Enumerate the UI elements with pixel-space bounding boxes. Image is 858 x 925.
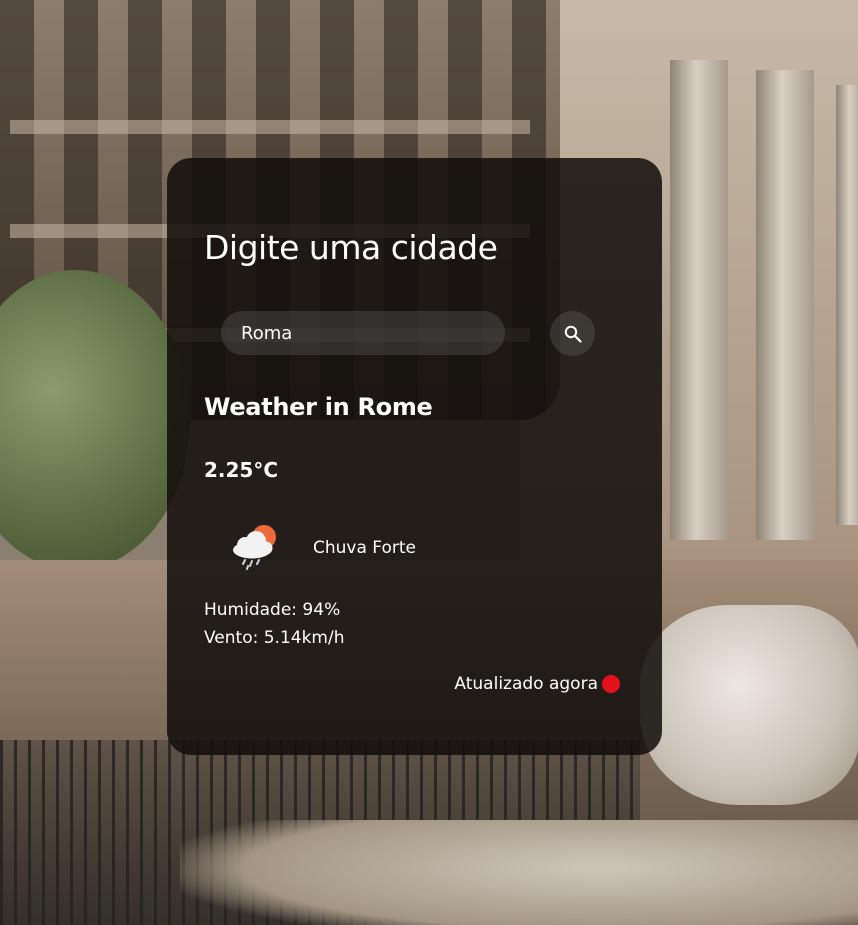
status-dot — [602, 675, 620, 693]
background-rock — [640, 605, 858, 805]
city-heading: Weather in Rome — [204, 393, 433, 421]
weather-condition: Chuva Forte — [313, 538, 416, 558]
card-title: Digite uma cidade — [204, 228, 498, 267]
temperature: 2.25°C — [204, 458, 279, 482]
update-status: Atualizado agora — [454, 674, 620, 694]
wind-speed: Vento: 5.14km/h — [204, 628, 345, 648]
humidity: Humidade: 94% — [204, 600, 341, 620]
background-column — [756, 70, 814, 540]
background-column — [836, 85, 858, 525]
weather-card: Digite uma cidade Weather in Rome 2.25°C… — [167, 158, 662, 755]
search-icon — [564, 325, 582, 343]
update-status-label: Atualizado agora — [454, 674, 598, 694]
background-rubble — [180, 820, 858, 925]
background-column — [670, 60, 728, 540]
search-button[interactable] — [550, 311, 595, 356]
cloud-rain-sun-icon — [233, 525, 276, 570]
city-search-input[interactable] — [221, 311, 505, 355]
